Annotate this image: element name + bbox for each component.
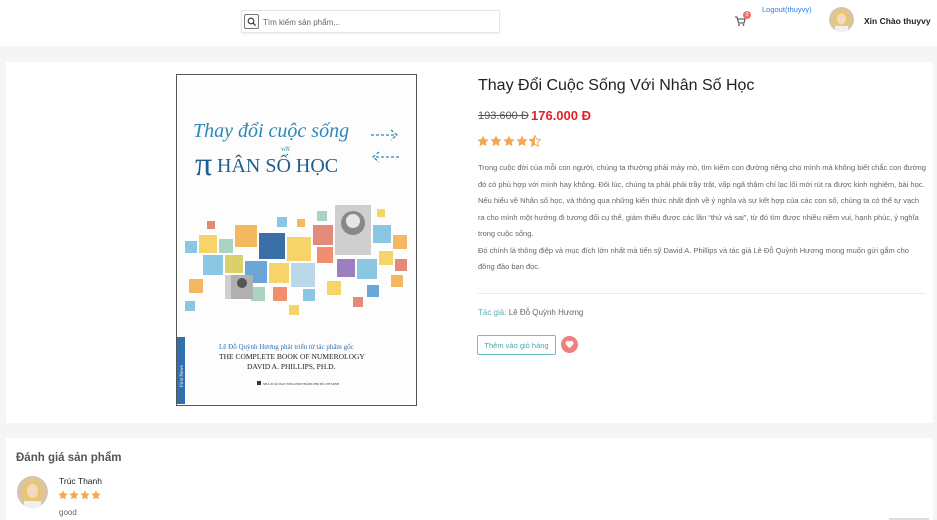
heart-icon bbox=[565, 340, 574, 349]
description-paragraph: Đó chính là thông điệp và mục đích lớn n… bbox=[478, 245, 909, 272]
favorite-button[interactable] bbox=[561, 336, 578, 353]
star-icon bbox=[490, 135, 502, 147]
cover-original-title: THE COMPLETE BOOK OF NUMEROLOGY bbox=[219, 352, 365, 361]
product-detail-card: Thay đổi cuộc sống với π HÂN SỐ HỌC Firs… bbox=[6, 62, 933, 423]
product-cover-image: Thay đổi cuộc sống với π HÂN SỐ HỌC Firs… bbox=[176, 74, 417, 406]
author-label: Tác giả: bbox=[478, 308, 507, 317]
product-description: Trong cuộc đời của mỗi con người, chúng … bbox=[478, 160, 926, 276]
product-rating bbox=[477, 135, 541, 147]
cover-title-line1: Thay đổi cuộc sống bbox=[193, 120, 349, 142]
reviews-section: Đánh giá sản phẩm Trúc Thanh good bbox=[6, 438, 933, 520]
reviews-title: Đánh giá sản phẩm bbox=[16, 452, 122, 464]
svg-text:NHÀ XUẤT BẢN TỔNG HỢP THÀNH PH: NHÀ XUẤT BẢN TỔNG HỢP THÀNH PHỐ HỒ CHÍ M… bbox=[263, 381, 340, 386]
cover-credit: Lê Đỗ Quỳnh Hương phát triển từ tác phẩm… bbox=[219, 343, 354, 351]
reviewer-avatar bbox=[17, 476, 48, 508]
author-info: Tác giả: Lê Đỗ Quỳnh Hương bbox=[478, 308, 583, 317]
search-input[interactable] bbox=[263, 14, 493, 30]
divider bbox=[478, 293, 926, 294]
svg-text:First News: First News bbox=[180, 365, 185, 387]
author-name: Lê Đỗ Quỳnh Hương bbox=[508, 308, 584, 317]
cover-original-author: DAVID A. PHILLIPS, PH.D. bbox=[247, 362, 336, 371]
star-icon bbox=[69, 490, 79, 500]
star-half-icon bbox=[529, 135, 541, 147]
star-icon bbox=[58, 490, 68, 500]
reviewer-rating bbox=[58, 490, 101, 500]
review-comment: good bbox=[59, 508, 77, 517]
star-icon bbox=[503, 135, 515, 147]
cover-title-line2: HÂN SỐ HỌC bbox=[217, 153, 338, 177]
star-icon bbox=[477, 135, 489, 147]
greeting-text: Xin Chào thuyvy bbox=[864, 16, 931, 26]
top-header: 0 Logout(thuyvy) Xin Chào thuyvy bbox=[0, 0, 937, 46]
search-icon bbox=[247, 17, 257, 27]
product-title: Thay Đổi Cuộc Sống Với Nhân Số Học bbox=[478, 77, 755, 94]
add-to-cart-button[interactable]: Thêm vào giỏ hàng bbox=[477, 335, 556, 355]
description-paragraph: Trong cuộc đời của mỗi con người, chúng … bbox=[478, 163, 926, 238]
star-icon bbox=[91, 490, 101, 500]
sale-price: 176.000 Đ bbox=[531, 108, 591, 123]
cart-count-badge: 0 bbox=[743, 11, 751, 19]
search-button[interactable] bbox=[244, 14, 259, 29]
logout-link[interactable]: Logout(thuyvy) bbox=[762, 5, 812, 14]
reviewer-name: Trúc Thanh bbox=[59, 476, 102, 486]
star-icon bbox=[516, 135, 528, 147]
original-price: 193.600 Đ bbox=[478, 110, 529, 122]
svg-text:với: với bbox=[281, 145, 290, 153]
search-bar bbox=[241, 10, 500, 33]
svg-text:π: π bbox=[195, 146, 212, 183]
star-icon bbox=[80, 490, 90, 500]
user-avatar[interactable] bbox=[829, 7, 854, 32]
